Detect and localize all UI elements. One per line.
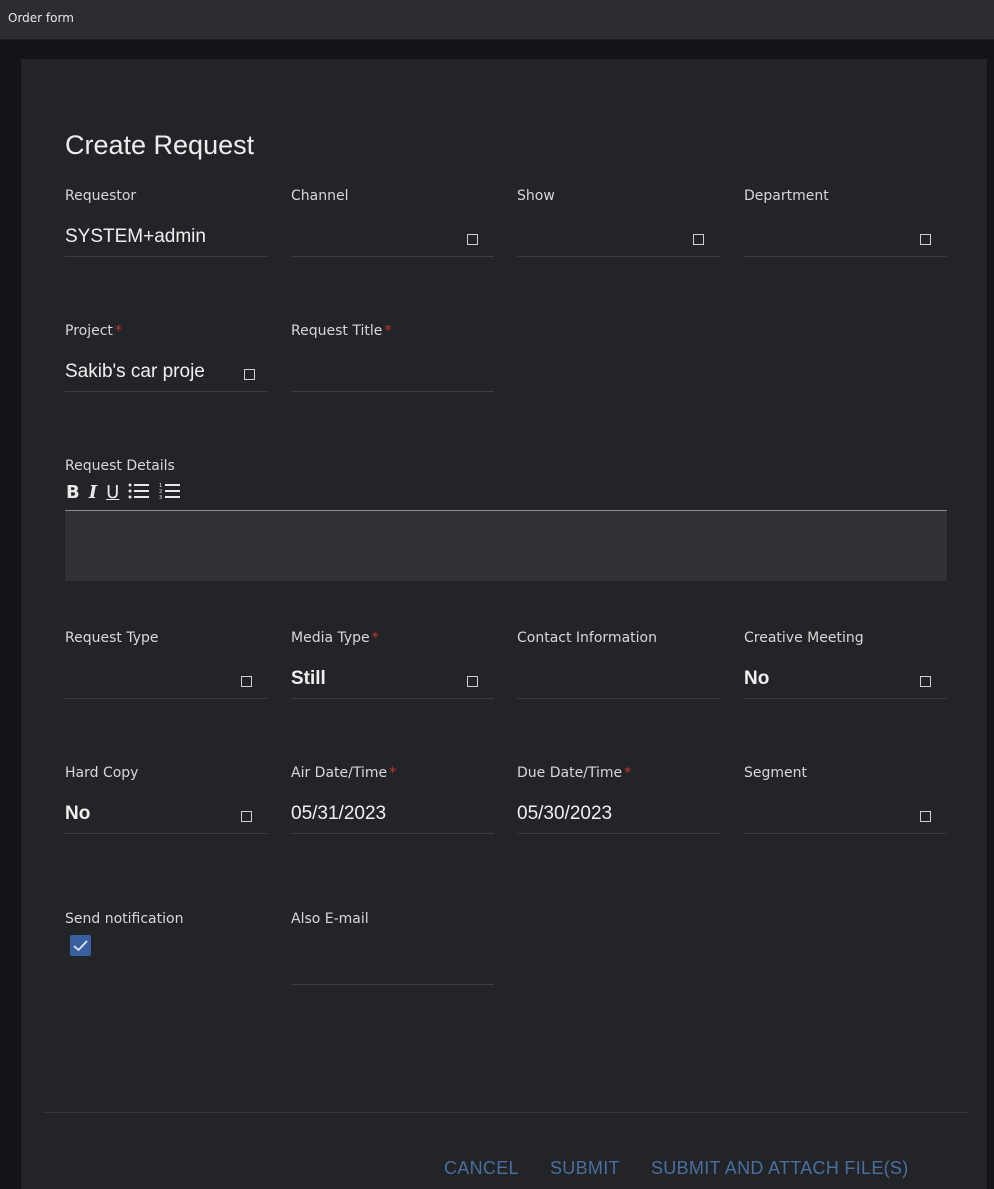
hard-copy-label: Hard Copy <box>65 765 139 781</box>
field-underline <box>291 391 494 392</box>
department-label: Department <box>744 188 829 204</box>
bullet-list-icon[interactable] <box>128 482 150 504</box>
segment-label: Segment <box>744 765 807 781</box>
field-underline <box>517 256 720 257</box>
dropdown-icon[interactable] <box>920 811 931 822</box>
dropdown-icon[interactable] <box>920 676 931 687</box>
required-marker: * <box>384 323 392 339</box>
field-underline <box>291 698 494 699</box>
send-notification-checkbox[interactable] <box>70 935 91 956</box>
field-underline <box>517 698 720 699</box>
request-details-editor[interactable] <box>65 510 947 581</box>
field-underline <box>517 833 720 834</box>
request-title-label: Request Title * <box>291 323 392 339</box>
send-notification-label: Send notification <box>65 911 184 927</box>
field-underline <box>291 984 494 985</box>
dropdown-icon[interactable] <box>467 234 478 245</box>
due-date-time-input[interactable]: 05/30/2023 <box>517 803 612 825</box>
cancel-button[interactable]: CANCEL <box>444 1158 519 1179</box>
underline-button[interactable]: U <box>106 484 119 502</box>
page-title: Create Request <box>65 130 255 160</box>
also-email-label: Also E-mail <box>291 911 369 927</box>
requestor-label: Requestor <box>65 188 137 204</box>
field-underline <box>65 256 268 257</box>
due-date-time-label: Due Date/Time * <box>517 765 632 781</box>
field-underline <box>744 698 947 699</box>
hard-copy-value: No <box>65 803 91 824</box>
field-underline <box>744 833 947 834</box>
dropdown-icon[interactable] <box>693 234 704 245</box>
check-icon <box>73 940 88 952</box>
numbered-list-icon[interactable]: 1 2 3 <box>159 482 181 504</box>
dropdown-icon[interactable] <box>467 676 478 687</box>
window-title: Order form <box>8 11 74 25</box>
field-underline <box>291 833 494 834</box>
required-marker: * <box>371 630 379 646</box>
project-label: Project * <box>65 323 122 339</box>
air-date-time-label: Air Date/Time * <box>291 765 397 781</box>
request-details-label: Request Details <box>65 458 175 474</box>
required-marker: * <box>114 323 122 339</box>
project-value: Sakib's car proje <box>65 361 205 382</box>
window-titlebar: Order form <box>0 0 994 40</box>
contact-information-label: Contact Information <box>517 630 657 646</box>
field-underline <box>65 698 268 699</box>
italic-button[interactable]: I <box>89 484 97 502</box>
field-underline <box>744 256 947 257</box>
dropdown-icon[interactable] <box>241 676 252 687</box>
field-underline <box>65 391 268 392</box>
footer-divider <box>43 1112 969 1113</box>
submit-button[interactable]: SUBMIT <box>550 1158 620 1179</box>
media-type-value: Still <box>291 668 326 689</box>
field-underline <box>65 833 268 834</box>
request-type-label: Request Type <box>65 630 159 646</box>
editor-toolbar: B I U 1 2 3 <box>66 480 181 506</box>
dropdown-icon[interactable] <box>920 234 931 245</box>
field-underline <box>291 256 494 257</box>
bold-button[interactable]: B <box>66 484 80 502</box>
channel-label: Channel <box>291 188 349 204</box>
dropdown-icon[interactable] <box>241 811 252 822</box>
media-type-label: Media Type * <box>291 630 379 646</box>
required-marker: * <box>624 765 632 781</box>
creative-meeting-value: No <box>744 668 770 689</box>
air-date-time-input[interactable]: 05/31/2023 <box>291 803 386 825</box>
submit-attach-button[interactable]: SUBMIT AND ATTACH FILE(S) <box>651 1158 909 1179</box>
show-label: Show <box>517 188 555 204</box>
dropdown-icon[interactable] <box>244 369 255 380</box>
requestor-value: SYSTEM+admin <box>65 226 206 247</box>
required-marker: * <box>389 765 397 781</box>
creative-meeting-label: Creative Meeting <box>744 630 864 646</box>
svg-text:3: 3 <box>159 495 162 500</box>
